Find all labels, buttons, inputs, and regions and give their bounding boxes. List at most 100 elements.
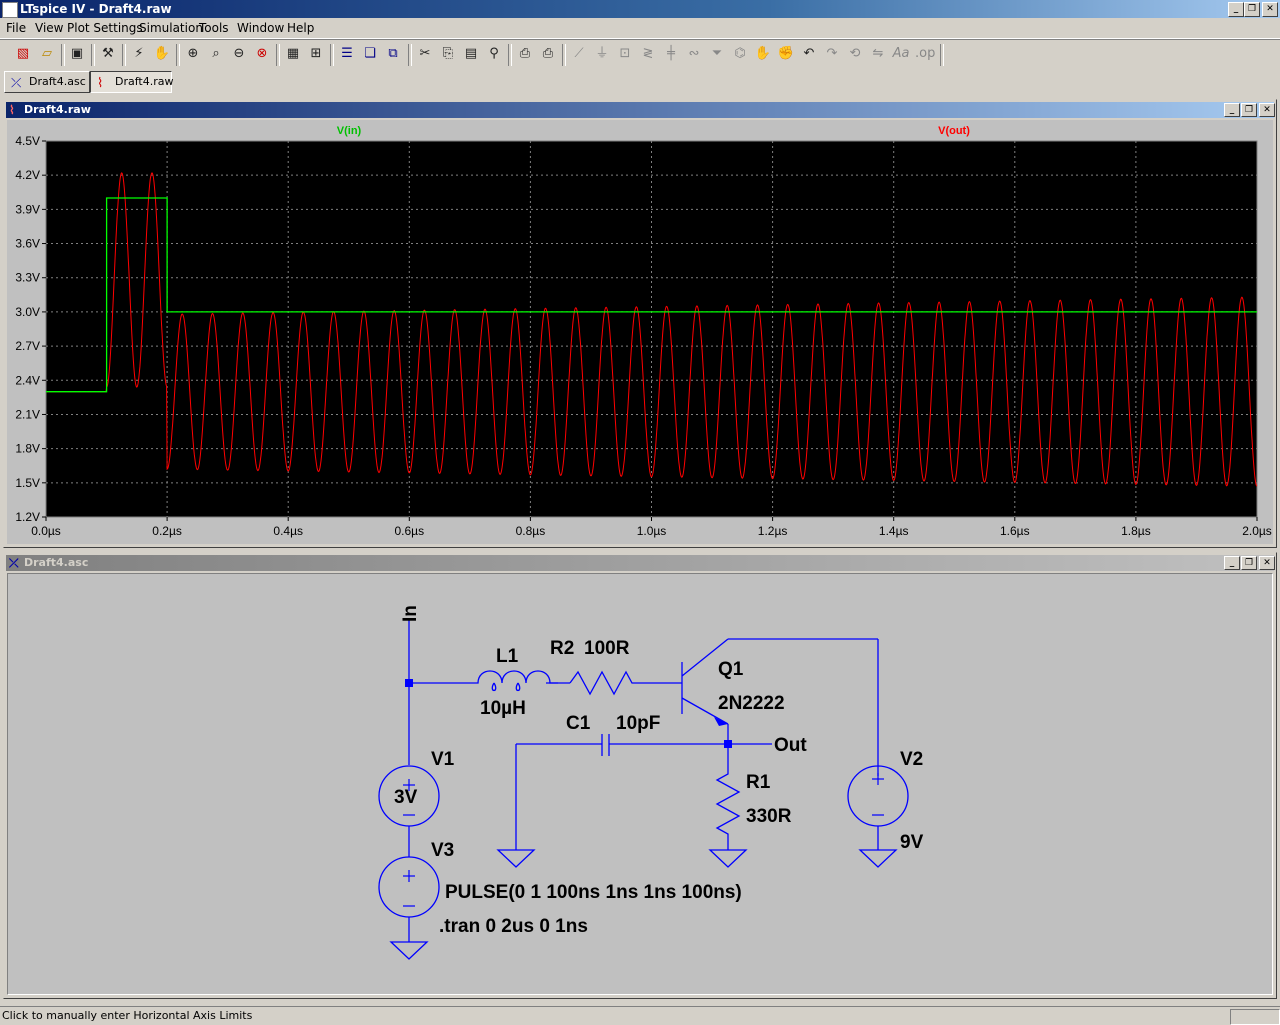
y-tick-label: 4.2V <box>15 168 40 182</box>
spice-directive-icon[interactable]: .op <box>915 45 935 63</box>
pan-icon[interactable]: ⌕ <box>207 45 225 63</box>
schematic-restore-button[interactable]: ❐ <box>1241 556 1257 570</box>
restore-button[interactable]: ❐ <box>1244 2 1260 17</box>
text-icon[interactable]: Aa <box>892 45 910 63</box>
rotate-icon[interactable]: ⟲ <box>846 45 864 63</box>
net-label-out[interactable]: Out <box>774 735 807 756</box>
v2-label[interactable]: V2 <box>900 749 923 770</box>
r1-label[interactable]: R1 <box>746 772 771 793</box>
waveform-plot-area[interactable]: 0.0µs 0.2µs 0.4µs 0.6µs 0.8µs 1.0µs 1.2µs 1.4µs… <box>7 120 1273 544</box>
resistor-icon[interactable]: ≷ <box>639 45 657 63</box>
waveform-chart[interactable]: 0.0µs 0.2µs 0.4µs 0.6µs 0.8µs 1.0µs 1.2µs 1.4µs… <box>7 120 1273 544</box>
resistor-r2[interactable] <box>569 670 682 696</box>
label-net-icon[interactable]: ⊡ <box>616 45 634 63</box>
pick-visible-traces-icon[interactable]: ⊞ <box>307 45 325 63</box>
q1-value[interactable]: 2N2222 <box>718 693 785 714</box>
inductor-l1[interactable] <box>470 670 558 684</box>
status-panel <box>1230 1009 1280 1025</box>
legend-v-in[interactable]: V(in) <box>337 125 362 137</box>
menu-help[interactable]: Help <box>287 18 314 38</box>
y-tick-label: 2.7V <box>15 339 40 353</box>
zoom-area-icon[interactable]: ⊕ <box>184 45 202 63</box>
print-icon[interactable]: ⎙ <box>539 45 557 63</box>
v1-label[interactable]: V1 <box>431 749 455 770</box>
tab-label: Draft4.raw <box>115 75 174 88</box>
v3-label[interactable]: V3 <box>431 840 454 861</box>
l1-value[interactable]: 10µH <box>480 698 526 719</box>
menu-view[interactable]: View <box>35 18 63 38</box>
plot-restore-button[interactable]: ❐ <box>1241 103 1257 117</box>
r1-value[interactable]: 330R <box>746 806 792 827</box>
document-tabs: ⤫ Draft4.asc ⌇ Draft4.raw <box>0 70 1280 94</box>
tab-draft4-asc[interactable]: ⤫ Draft4.asc <box>4 71 90 93</box>
menu-tools[interactable]: Tools <box>199 18 229 38</box>
v2-value[interactable]: 9V <box>900 832 924 853</box>
schematic-close-button[interactable]: ✕ <box>1259 556 1275 570</box>
tab-label: Draft4.asc <box>29 75 86 88</box>
copy-icon[interactable]: ⎘ <box>439 45 457 63</box>
plot-minimize-button[interactable]: _ <box>1224 103 1240 117</box>
mirror-icon[interactable]: ⇋ <box>869 45 887 63</box>
resistor-r1[interactable] <box>715 766 741 850</box>
x-tick-label: 1.0µs <box>637 524 667 538</box>
minimize-button[interactable]: _ <box>1228 2 1244 17</box>
autorange-icon[interactable]: ▦ <box>284 45 302 63</box>
status-text: Click to manually enter Horizontal Axis … <box>2 1009 253 1022</box>
menu-plot-settings[interactable]: Plot Settings <box>67 18 143 38</box>
open-icon[interactable]: ▱ <box>38 45 56 63</box>
l1-label[interactable]: L1 <box>496 646 519 667</box>
x-tick-label: 0.2µs <box>152 524 182 538</box>
tab-draft4-raw[interactable]: ⌇ Draft4.raw <box>90 71 174 93</box>
new-schematic-icon[interactable]: ▧ <box>14 45 32 63</box>
c1-label[interactable]: C1 <box>566 713 591 734</box>
tile-vertical-icon[interactable]: ⧉ <box>384 45 402 63</box>
control-panel-icon[interactable]: ⚒ <box>99 45 117 63</box>
component-icon[interactable]: ⌬ <box>731 45 749 63</box>
run-icon[interactable]: ⚡ <box>130 45 148 63</box>
voltage-source-v3[interactable] <box>378 856 440 918</box>
menu-window[interactable]: Window <box>237 18 284 38</box>
plot-close-button[interactable]: ✕ <box>1259 103 1275 117</box>
q1-label[interactable]: Q1 <box>718 659 744 680</box>
undo-icon[interactable]: ↶ <box>800 45 818 63</box>
r2-value[interactable]: 100R <box>584 638 630 659</box>
y-tick-label: 4.5V <box>15 134 40 148</box>
y-tick-label: 2.1V <box>15 407 40 421</box>
paste-icon[interactable]: ▤ <box>462 45 480 63</box>
zoom-fit-icon[interactable]: ⊗ <box>253 45 271 63</box>
cascade-icon[interactable]: ❏ <box>361 45 379 63</box>
tile-horizontal-icon[interactable]: ☰ <box>338 45 356 63</box>
find-icon[interactable]: ⚲ <box>485 45 503 63</box>
ground-icon[interactable]: ⏚ <box>593 45 611 63</box>
inductor-icon[interactable]: ∾ <box>685 45 703 63</box>
schematic-minimize-button[interactable]: _ <box>1224 556 1240 570</box>
schematic-canvas[interactable]: In L1 10µH R2 100R Q1 2N2222 C1 10pF Out… <box>7 573 1273 995</box>
net-label-in[interactable]: In <box>400 605 421 622</box>
legend-v-out[interactable]: V(out) <box>938 125 970 137</box>
x-tick-label: 1.2µs <box>758 524 788 538</box>
junction-dot-out <box>724 740 732 748</box>
move-icon[interactable]: ✋ <box>754 45 772 63</box>
close-button[interactable]: ✕ <box>1262 2 1278 17</box>
diode-icon[interactable]: ⏷ <box>708 45 726 63</box>
x-tick-label: 2.0µs <box>1242 524 1272 538</box>
redo-icon[interactable]: ↷ <box>823 45 841 63</box>
spice-directive[interactable]: .tran 0 2us 0 1ns <box>439 916 588 937</box>
drag-icon[interactable]: ✊ <box>777 45 795 63</box>
v1-value[interactable]: 3V <box>394 787 418 808</box>
y-tick-label: 3.0V <box>15 305 40 319</box>
menu-simulation[interactable]: Simulation <box>139 18 203 38</box>
c1-value[interactable]: 10pF <box>616 713 660 734</box>
wire-icon[interactable]: ⟋ <box>570 45 588 63</box>
r2-label[interactable]: R2 <box>550 638 574 659</box>
cut-icon[interactable]: ✂ <box>416 45 434 63</box>
capacitor-icon[interactable]: ╪ <box>662 45 680 63</box>
zoom-out-icon[interactable]: ⊖ <box>230 45 248 63</box>
print-setup-icon[interactable]: ⎙ <box>516 45 534 63</box>
halt-icon[interactable]: ✋ <box>153 45 171 63</box>
x-tick-label: 0.6µs <box>394 524 424 538</box>
save-icon[interactable]: ▣ <box>68 45 86 63</box>
v3-value[interactable]: PULSE(0 1 100ns 1ns 1ns 100ns) <box>445 882 742 903</box>
waveform-icon: ⌇ <box>97 76 104 91</box>
menu-file[interactable]: File <box>6 18 26 38</box>
